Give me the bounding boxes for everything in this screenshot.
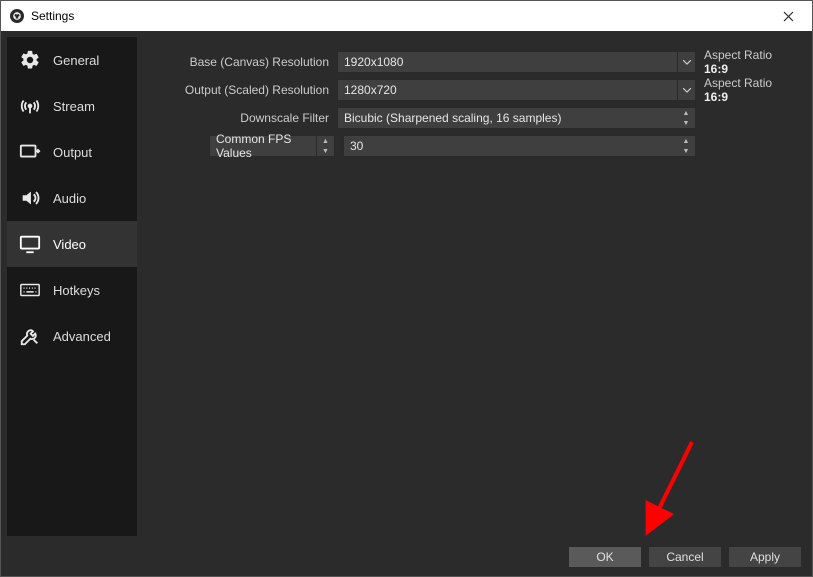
sidebar-item-label: Video [53,237,86,252]
dialog-footer: OK Cancel Apply [1,542,812,576]
label-base-resolution: Base (Canvas) Resolution [147,55,337,69]
spinner-icon: ▲▼ [316,136,334,156]
sidebar-item-label: Output [53,145,92,160]
spinner-icon: ▲▼ [677,136,695,156]
titlebar: Settings [1,1,812,31]
aspect-output: Aspect Ratio 16:9 [696,76,796,104]
combo-value: 30 [350,139,363,153]
sidebar-item-label: General [53,53,99,68]
sidebar-item-video[interactable]: Video [7,221,137,267]
sidebar-item-general[interactable]: General [7,37,137,83]
monitor-icon [17,231,43,257]
sidebar-item-hotkeys[interactable]: Hotkeys [7,267,137,313]
antenna-icon [17,93,43,119]
settings-window: Settings General Stream [0,0,813,577]
sidebar-item-label: Advanced [53,329,111,344]
combo-fps-type[interactable]: Common FPS Values ▲▼ [209,135,335,157]
spinner-icon: ▲▼ [677,108,695,128]
sidebar-item-stream[interactable]: Stream [7,83,137,129]
combo-base-resolution[interactable]: 1920x1080 [337,51,696,73]
speaker-icon [17,185,43,211]
annotation-arrow [637,437,717,537]
combo-value: Common FPS Values [216,132,312,160]
row-base-resolution: Base (Canvas) Resolution 1920x1080 Aspec… [147,51,796,73]
close-button[interactable] [768,1,808,31]
settings-content-video: Base (Canvas) Resolution 1920x1080 Aspec… [137,37,806,536]
gear-icon [17,47,43,73]
ok-button[interactable]: OK [568,546,642,568]
row-output-resolution: Output (Scaled) Resolution 1280x720 Aspe… [147,79,796,101]
sidebar-item-label: Audio [53,191,86,206]
sidebar-item-output[interactable]: Output [7,129,137,175]
label-output-resolution: Output (Scaled) Resolution [147,83,337,97]
sidebar-item-label: Hotkeys [53,283,100,298]
sidebar-item-advanced[interactable]: Advanced [7,313,137,359]
row-fps: Common FPS Values ▲▼ 30 ▲▼ [147,135,796,157]
apply-button[interactable]: Apply [728,546,802,568]
label-downscale-filter: Downscale Filter [147,111,337,125]
keyboard-icon [17,277,43,303]
sidebar-item-audio[interactable]: Audio [7,175,137,221]
cancel-button[interactable]: Cancel [648,546,722,568]
tools-icon [17,323,43,349]
client-area: General Stream Output Audio [1,31,812,542]
combo-value: 1280x720 [344,83,397,97]
combo-output-resolution[interactable]: 1280x720 [337,79,696,101]
combo-fps-value[interactable]: 30 ▲▼ [343,135,696,157]
row-downscale-filter: Downscale Filter Bicubic (Sharpened scal… [147,107,796,129]
combo-downscale-filter[interactable]: Bicubic (Sharpened scaling, 16 samples) … [337,107,696,129]
window-title: Settings [31,9,74,23]
chevron-down-icon [677,80,695,100]
aspect-base: Aspect Ratio 16:9 [696,48,796,76]
sidebar-item-label: Stream [53,99,95,114]
combo-value: 1920x1080 [344,55,403,69]
output-icon [17,139,43,165]
chevron-down-icon [677,52,695,72]
sidebar: General Stream Output Audio [7,37,137,536]
app-icon [9,8,25,24]
combo-value: Bicubic (Sharpened scaling, 16 samples) [344,111,561,125]
